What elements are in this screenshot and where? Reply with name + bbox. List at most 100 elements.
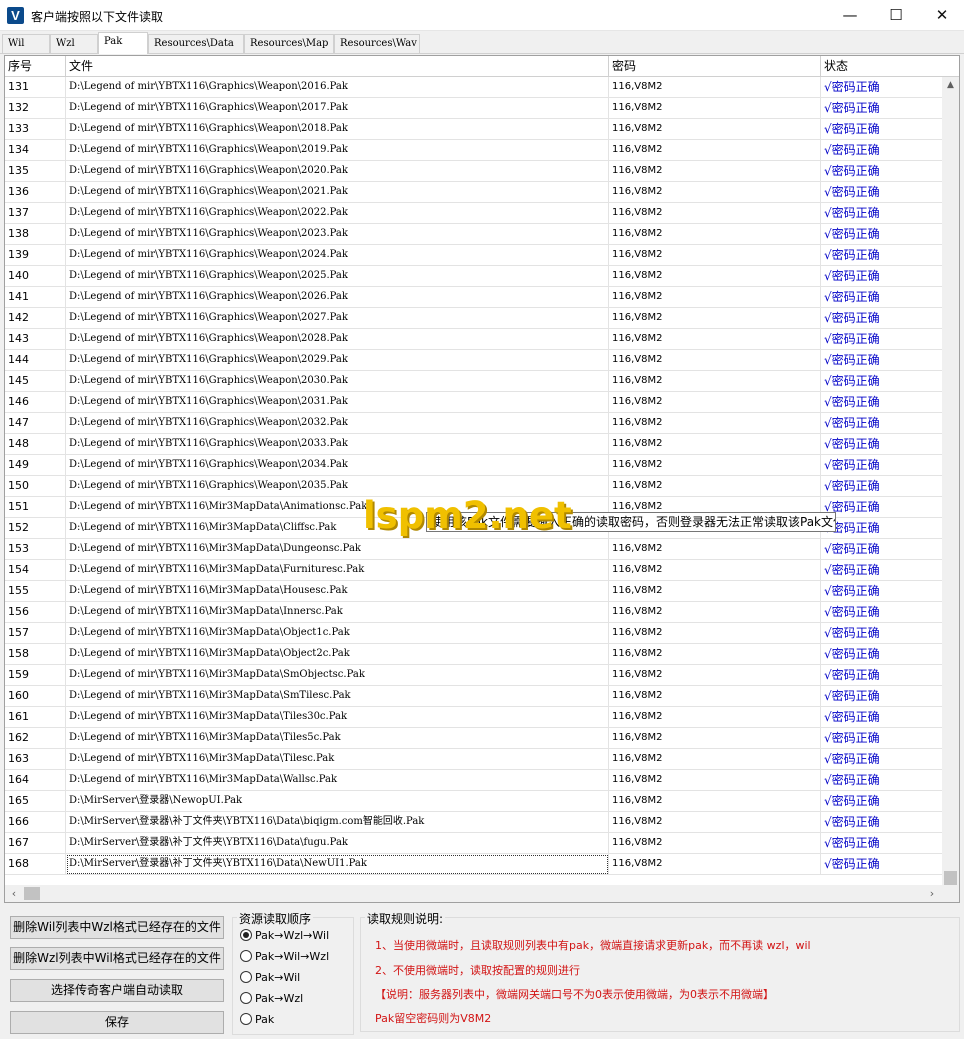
cell-password[interactable]: 116,V8M2 — [609, 434, 821, 455]
table-row[interactable]: 166 D:\MirServer\登录器\补丁文件夹\YBTX116\Data\b… — [5, 812, 943, 833]
table-row[interactable]: 131 D:\Legend of mir\YBTX116\Graphics\Wea… — [5, 77, 943, 98]
auto-read-client-button[interactable]: 选择传奇客户端自动读取 — [10, 979, 224, 1002]
cell-password[interactable]: 116,V8M2 — [609, 77, 821, 98]
cell-password[interactable]: 116,V8M2 — [609, 539, 821, 560]
table-row[interactable]: 158 D:\Legend of mir\YBTX116\Mir3MapData\… — [5, 644, 943, 665]
scroll-up-arrow-icon[interactable]: ▲ — [942, 77, 959, 94]
table-row[interactable]: 159 D:\Legend of mir\YBTX116\Mir3MapData\… — [5, 665, 943, 686]
cell-password[interactable]: 116,V8M2 — [609, 791, 821, 812]
radio-circle-icon[interactable] — [240, 929, 252, 941]
tab-resources-data[interactable]: Resources\Data — [148, 34, 244, 53]
table-row[interactable]: 163 D:\Legend of mir\YBTX116\Mir3MapData\… — [5, 749, 943, 770]
column-header-file[interactable]: 文件 — [66, 56, 609, 77]
cell-password[interactable]: 116,V8M2 — [609, 98, 821, 119]
cell-password[interactable]: 116,V8M2 — [609, 371, 821, 392]
table-row[interactable]: 145 D:\Legend of mir\YBTX116\Graphics\Wea… — [5, 371, 943, 392]
cell-password[interactable]: 116,V8M2 — [609, 308, 821, 329]
cell-password[interactable]: 116,V8M2 — [609, 581, 821, 602]
table-row[interactable]: 146 D:\Legend of mir\YBTX116\Graphics\Wea… — [5, 392, 943, 413]
cell-password[interactable]: 116,V8M2 — [609, 560, 821, 581]
table-row[interactable]: 167 D:\MirServer\登录器\补丁文件夹\YBTX116\Data\f… — [5, 833, 943, 854]
table-row[interactable]: 143 D:\Legend of mir\YBTX116\Graphics\Wea… — [5, 329, 943, 350]
table-row[interactable]: 165 D:\MirServer\登录器\NewopUI.Pak 116,V8M2 √… — [5, 791, 943, 812]
table-row[interactable]: 155 D:\Legend of mir\YBTX116\Mir3MapData\… — [5, 581, 943, 602]
tab-resources-map[interactable]: Resources\Map — [244, 34, 334, 53]
cell-password[interactable]: 116,V8M2 — [609, 665, 821, 686]
horizontal-scrollbar[interactable]: ‹ › — [5, 885, 959, 902]
scroll-left-arrow-icon[interactable]: ‹ — [7, 885, 21, 902]
table-row[interactable]: 141 D:\Legend of mir\YBTX116\Graphics\Wea… — [5, 287, 943, 308]
column-header-password[interactable]: 密码 — [609, 56, 821, 77]
tab-wzl[interactable]: Wzl — [50, 34, 98, 53]
cell-password[interactable]: 116,V8M2 — [609, 707, 821, 728]
cell-password[interactable]: 116,V8M2 — [609, 623, 821, 644]
radio-circle-icon[interactable] — [240, 971, 252, 983]
read-order-radio-4[interactable]: Pak→Wzl — [240, 991, 303, 1007]
cell-password[interactable]: 116,V8M2 — [609, 644, 821, 665]
cell-password[interactable]: 116,V8M2 — [609, 602, 821, 623]
cell-password[interactable]: 116,V8M2 — [609, 455, 821, 476]
table-row[interactable]: 132 D:\Legend of mir\YBTX116\Graphics\Wea… — [5, 98, 943, 119]
cell-password[interactable]: 116,V8M2 — [609, 749, 821, 770]
cell-password[interactable]: 116,V8M2 — [609, 119, 821, 140]
maximize-button[interactable]: ☐ — [873, 0, 919, 31]
read-order-radio-2[interactable]: Pak→Wil→Wzl — [240, 949, 329, 965]
radio-circle-icon[interactable] — [240, 992, 252, 1004]
cell-password[interactable]: 116,V8M2 — [609, 287, 821, 308]
cell-password[interactable]: 116,V8M2 — [609, 770, 821, 791]
pak-file-table[interactable]: 序号 文件 密码 状态 131 D:\Legend of mir\YBTX116\… — [4, 55, 960, 903]
table-row[interactable]: 154 D:\Legend of mir\YBTX116\Mir3MapData\… — [5, 560, 943, 581]
cell-password[interactable]: 116,V8M2 — [609, 686, 821, 707]
cell-password[interactable]: 116,V8M2 — [609, 854, 821, 875]
horizontal-scroll-thumb[interactable] — [24, 887, 40, 900]
cell-password[interactable]: 116,V8M2 — [609, 728, 821, 749]
cell-password[interactable]: 116,V8M2 — [609, 476, 821, 497]
radio-circle-icon[interactable] — [240, 950, 252, 962]
table-row[interactable]: 168 D:\MirServer\登录器\补丁文件夹\YBTX116\Data\N… — [5, 854, 943, 875]
cell-password[interactable]: 116,V8M2 — [609, 812, 821, 833]
table-row[interactable]: 135 D:\Legend of mir\YBTX116\Graphics\Wea… — [5, 161, 943, 182]
tab-resources-wav[interactable]: Resources\Wav — [334, 34, 420, 53]
save-button[interactable]: 保存 — [10, 1011, 224, 1034]
read-order-radio-3[interactable]: Pak→Wil — [240, 970, 300, 986]
column-header-id[interactable]: 序号 — [5, 56, 66, 77]
table-row[interactable]: 164 D:\Legend of mir\YBTX116\Mir3MapData\… — [5, 770, 943, 791]
cell-password[interactable]: 116,V8M2 — [609, 350, 821, 371]
delete-wil-duplicates-button[interactable]: 删除Wil列表中Wzl格式已经存在的文件 — [10, 916, 224, 939]
column-header-status[interactable]: 状态 — [821, 56, 959, 77]
vertical-scrollbar[interactable]: ▲ ▼ — [942, 77, 959, 902]
cell-password[interactable]: 116,V8M2 — [609, 203, 821, 224]
cell-password[interactable]: 116,V8M2 — [609, 413, 821, 434]
cell-password[interactable]: 116,V8M2 — [609, 329, 821, 350]
table-row[interactable]: 134 D:\Legend of mir\YBTX116\Graphics\Wea… — [5, 140, 943, 161]
close-button[interactable]: ✕ — [919, 0, 964, 31]
delete-wzl-duplicates-button[interactable]: 删除Wzl列表中Wil格式已经存在的文件 — [10, 947, 224, 970]
table-row[interactable]: 147 D:\Legend of mir\YBTX116\Graphics\Wea… — [5, 413, 943, 434]
table-row[interactable]: 156 D:\Legend of mir\YBTX116\Mir3MapData\… — [5, 602, 943, 623]
table-row[interactable]: 157 D:\Legend of mir\YBTX116\Mir3MapData\… — [5, 623, 943, 644]
table-row[interactable]: 137 D:\Legend of mir\YBTX116\Graphics\Wea… — [5, 203, 943, 224]
table-row[interactable]: 139 D:\Legend of mir\YBTX116\Graphics\Wea… — [5, 245, 943, 266]
table-row[interactable]: 148 D:\Legend of mir\YBTX116\Graphics\Wea… — [5, 434, 943, 455]
radio-circle-icon[interactable] — [240, 1013, 252, 1025]
table-row[interactable]: 140 D:\Legend of mir\YBTX116\Graphics\Wea… — [5, 266, 943, 287]
cell-password[interactable]: 116,V8M2 — [609, 224, 821, 245]
table-row[interactable]: 138 D:\Legend of mir\YBTX116\Graphics\Wea… — [5, 224, 943, 245]
scroll-right-arrow-icon[interactable]: › — [925, 885, 939, 902]
cell-password[interactable]: 116,V8M2 — [609, 266, 821, 287]
table-row[interactable]: 144 D:\Legend of mir\YBTX116\Graphics\Wea… — [5, 350, 943, 371]
tab-pak[interactable]: Pak — [98, 32, 148, 54]
cell-password[interactable]: 116,V8M2 — [609, 833, 821, 854]
table-row[interactable]: 153 D:\Legend of mir\YBTX116\Mir3MapData\… — [5, 539, 943, 560]
table-row[interactable]: 149 D:\Legend of mir\YBTX116\Graphics\Wea… — [5, 455, 943, 476]
cell-password[interactable]: 116,V8M2 — [609, 392, 821, 413]
read-order-radio-1[interactable]: Pak→Wzl→Wil — [240, 928, 329, 944]
cell-password[interactable]: 116,V8M2 — [609, 161, 821, 182]
cell-password[interactable]: 116,V8M2 — [609, 245, 821, 266]
cell-password[interactable]: 116,V8M2 — [609, 182, 821, 203]
minimize-button[interactable]: — — [827, 0, 873, 31]
table-row[interactable]: 142 D:\Legend of mir\YBTX116\Graphics\Wea… — [5, 308, 943, 329]
tab-wil[interactable]: Wil — [2, 34, 50, 53]
table-row[interactable]: 136 D:\Legend of mir\YBTX116\Graphics\Wea… — [5, 182, 943, 203]
read-order-radio-5[interactable]: Pak — [240, 1012, 274, 1028]
